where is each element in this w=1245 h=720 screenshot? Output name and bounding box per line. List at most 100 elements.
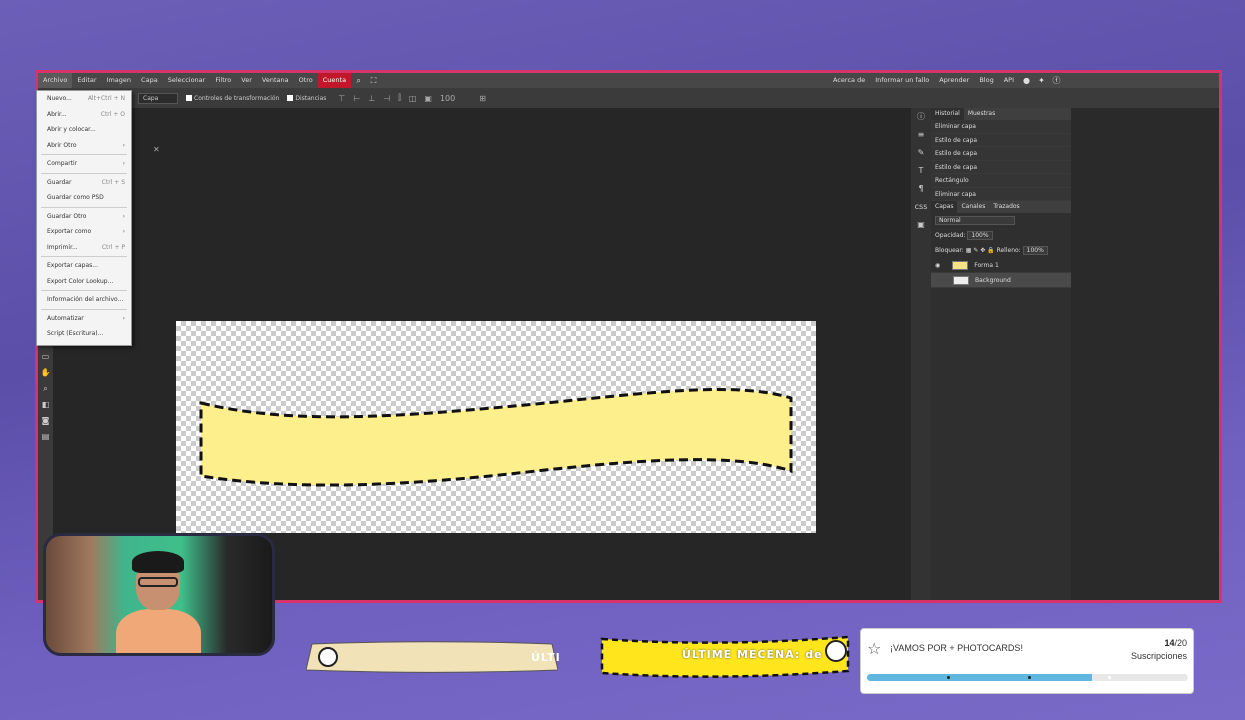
shortcut: Ctrl + P — [101, 243, 125, 251]
menu-separator — [41, 308, 127, 310]
transform-controls-checkbox[interactable] — [186, 95, 192, 101]
css-icon[interactable]: css — [911, 198, 931, 216]
menu-item-automatizar[interactable]: Automatizar › — [37, 311, 131, 327]
star-icon: ☆ — [867, 639, 882, 658]
menu-item-label: Exportar como — [47, 228, 92, 235]
link-informar-fallo[interactable]: Informar un fallo — [870, 73, 934, 88]
menu-item-export-color-lookup[interactable]: Export Color Lookup... — [37, 274, 131, 290]
zoom-value[interactable]: 100 — [440, 94, 455, 103]
tab-muestras[interactable]: Muestras — [964, 108, 999, 120]
history-entry[interactable]: Rectángulo — [931, 174, 1071, 188]
paragraph-icon[interactable]: ¶ — [911, 180, 931, 198]
goal-label: Suscripciones — [1130, 651, 1187, 661]
history-entry[interactable]: Eliminar capa — [931, 187, 1071, 201]
menu-item-exportar-capas[interactable]: Exportar capas... — [37, 258, 131, 274]
zoom-tool-icon[interactable]: ⌕ — [38, 381, 53, 397]
fullscreen-icon[interactable]: ⛶ — [366, 76, 381, 86]
tab-canales[interactable]: Canales — [957, 201, 989, 213]
transform-icon[interactable]: ◫ — [409, 94, 417, 103]
info-icon[interactable]: ⓘ — [911, 108, 931, 126]
history-entry[interactable]: Estilo de capa — [931, 160, 1071, 174]
history-entry[interactable]: Eliminar capa — [931, 120, 1071, 134]
history-entry[interactable]: Estilo de capa — [931, 147, 1071, 161]
align-left-icon[interactable]: ⊢ — [353, 94, 360, 103]
brush-icon[interactable]: ✎ — [911, 144, 931, 162]
reddit-icon[interactable]: ● — [1019, 76, 1034, 85]
opacity-label: Opacidad: — [935, 232, 966, 239]
menu-seleccionar[interactable]: Seleccionar — [163, 73, 211, 88]
layer-row[interactable]: ◉ Forma 1 — [931, 258, 1071, 273]
tab-historial[interactable]: Historial — [931, 108, 964, 120]
close-document-icon[interactable]: ✕ — [153, 145, 160, 154]
shortcut: Ctrl + S — [101, 178, 125, 186]
link-blog[interactable]: Blog — [974, 73, 998, 88]
history-entry[interactable]: Estilo de capa — [931, 133, 1071, 147]
document-canvas[interactable] — [176, 321, 816, 533]
subscription-goal-widget: ☆ ¡VAMOS POR + PHOTOCARDS! 14/20 Suscrip… — [860, 628, 1194, 694]
color-swatch-icon[interactable]: ◧ — [38, 397, 53, 413]
menu-item-abrir-otro[interactable]: Abrir Otro › — [37, 138, 131, 154]
menu-ver[interactable]: Ver — [236, 73, 257, 88]
streamer-image — [116, 551, 201, 653]
menu-item-abrir[interactable]: Abrir... Ctrl + O — [37, 107, 131, 123]
hand-tool-icon[interactable]: ✋ — [38, 365, 53, 381]
menu-archivo[interactable]: Archivo — [38, 73, 73, 88]
shortcut: Alt+Ctrl + N — [87, 95, 125, 102]
visibility-eye-icon[interactable]: ◉ — [935, 258, 940, 273]
align-top-icon[interactable]: ⊤ — [338, 94, 345, 103]
fill-input[interactable]: 100% — [1022, 246, 1048, 255]
facebook-icon[interactable]: ⓕ — [1049, 75, 1064, 86]
menu-item-guardar[interactable]: Guardar Ctrl + S — [37, 175, 131, 191]
lock-icons[interactable]: ▦ ✎ ✥ 🔒 — [966, 247, 995, 254]
menu-item-guardar-psd[interactable]: Guardar como PSD — [37, 190, 131, 206]
layer-select[interactable]: Capa — [138, 92, 178, 104]
menu-filtro[interactable]: Filtro — [210, 73, 236, 88]
blend-mode-select[interactable]: Normal — [935, 216, 1015, 225]
layer-row[interactable]: Background — [931, 273, 1071, 288]
search-icon[interactable]: ⌕ — [351, 76, 366, 86]
menu-otro[interactable]: Otro — [294, 73, 318, 88]
opacity-input[interactable]: 100% — [967, 231, 993, 240]
menu-item-guardar-otro[interactable]: Guardar Otro › — [37, 209, 131, 225]
menu-cuenta[interactable]: Cuenta — [317, 73, 352, 88]
tab-trazados[interactable]: Trazados — [989, 201, 1023, 213]
menu-item-label: Abrir y colocar... — [47, 126, 96, 133]
ribbon-shape[interactable] — [176, 321, 816, 533]
layer-name[interactable]: Background — [975, 273, 1011, 288]
rectangle-tool-icon[interactable]: ▭ — [38, 349, 53, 365]
link-api[interactable]: API — [999, 73, 1019, 88]
menu-ventana[interactable]: Ventana — [257, 73, 294, 88]
menu-imagen[interactable]: Imagen — [102, 73, 136, 88]
layers-panel: Normal Opacidad: 100% Bloquear: ▦ ✎ ✥ 🔒 … — [931, 213, 1071, 288]
image-icon[interactable]: ▣ — [911, 216, 931, 234]
webcam-overlay — [43, 533, 275, 656]
character-icon[interactable]: T — [911, 162, 931, 180]
menu-item-script[interactable]: Script (Escritura)... — [37, 326, 131, 342]
tab-capas[interactable]: Capas — [931, 201, 958, 213]
distances-checkbox[interactable] — [287, 95, 294, 101]
menu-item-informacion[interactable]: Información del archivo... — [37, 292, 131, 308]
menu-item-exportar-como[interactable]: Exportar como › — [37, 224, 131, 240]
menu-item-abrir-colocar[interactable]: Abrir y colocar... — [37, 122, 131, 138]
grid-icon[interactable]: ⊞ — [479, 94, 486, 103]
properties-icon[interactable]: ≡ — [911, 126, 931, 144]
menu-item-label: Información del archivo... — [47, 296, 124, 303]
align-middle-icon[interactable]: ⊣ — [383, 94, 390, 103]
link-acerca[interactable]: Acerca de — [828, 73, 870, 88]
banner2-text: ÚLTIME MECENA: de — [682, 648, 823, 661]
distribute-icon[interactable]: ⫿ — [398, 93, 401, 103]
warp-icon[interactable]: ▣ — [424, 94, 432, 103]
menu-item-imprimir[interactable]: Imprimir... Ctrl + P — [37, 240, 131, 256]
canvas-area[interactable]: ✕ — [53, 108, 913, 600]
link-aprender[interactable]: Aprender — [934, 73, 974, 88]
history-tabs: Historial Muestras — [931, 108, 1071, 120]
screen-mode-icon[interactable]: ▤ — [38, 429, 53, 445]
menu-item-compartir[interactable]: Compartir › — [37, 156, 131, 172]
twitter-icon[interactable]: ✦ — [1034, 76, 1049, 85]
menu-capa[interactable]: Capa — [136, 73, 163, 88]
menu-editar[interactable]: Editar — [72, 73, 101, 88]
mask-icon[interactable]: ◙ — [38, 413, 53, 429]
layer-name[interactable]: Forma 1 — [974, 258, 999, 273]
align-center-icon[interactable]: ⊥ — [368, 94, 375, 103]
menu-item-nuevo[interactable]: Nuevo... Alt+Ctrl + N — [37, 91, 131, 107]
